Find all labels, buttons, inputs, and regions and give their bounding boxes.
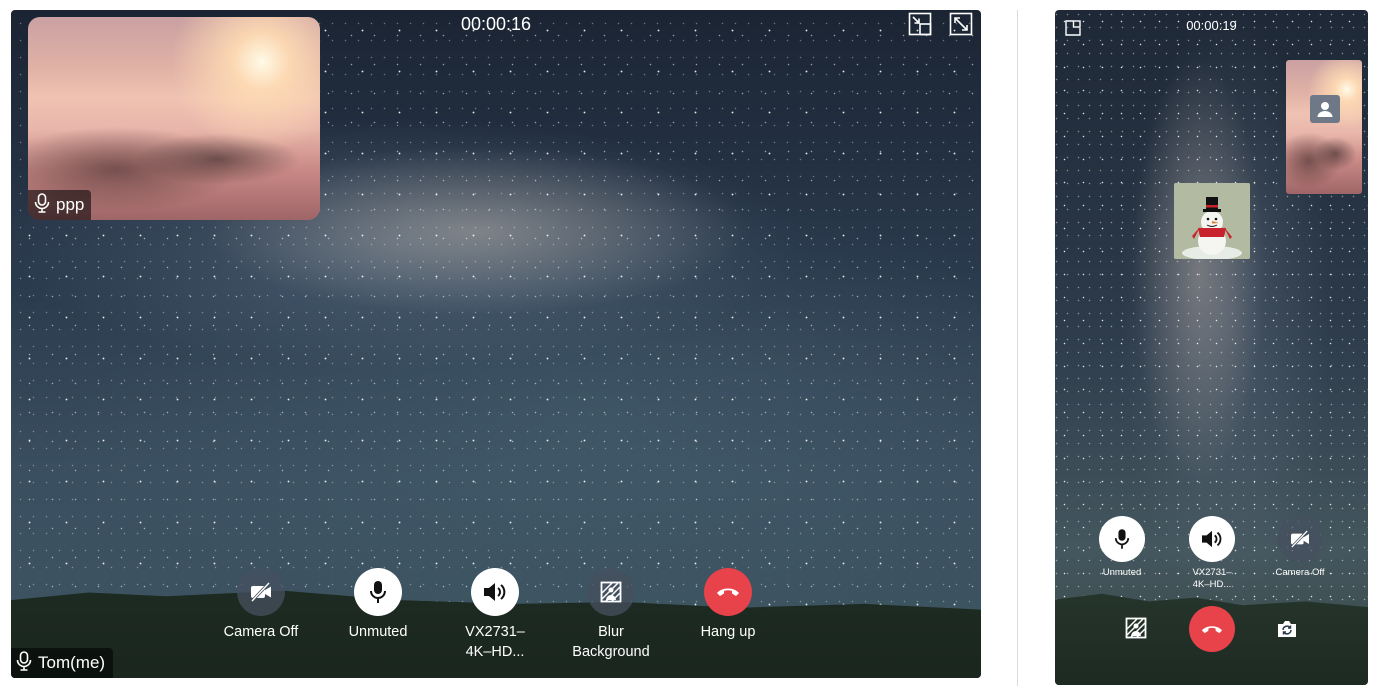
speaker-icon [1202,530,1222,548]
camera-off-control[interactable]: Camera Off [206,568,316,642]
blur-background-icon [600,581,622,603]
minimize-icon[interactable] [908,12,932,36]
blur-background-icon[interactable] [1123,615,1149,641]
speaker-icon [484,583,506,601]
mute-label: Unmuted [348,624,408,640]
camera-off-label: Camera Off [1275,567,1325,578]
desktop-call-view: 00:00:16 ppp Camera Off Unmuted VX2731– … [11,10,981,678]
speaker-control[interactable]: VX2731– 4K–HD... [440,568,550,662]
avatar [1310,95,1340,123]
panel-divider [1017,10,1018,686]
camera-off-icon [1290,530,1309,548]
mobile-call-view: 00:00:19 Unmuted VX2731– 4K–HD... Camera… [1055,10,1368,685]
camera-off-button[interactable] [1277,516,1323,562]
remote-participant-name: ppp [56,195,85,214]
call-timer: 00:00:19 [1186,18,1237,33]
camera-off-button[interactable] [237,568,285,616]
blur-background-button[interactable] [587,568,635,616]
hang-up-button[interactable] [704,568,752,616]
microphone-icon [34,192,50,218]
blur-background-label: Blur Background [572,624,650,660]
speaker-button[interactable] [471,568,519,616]
self-participant-label: Tom(me) [11,648,114,678]
self-participant-name: Tom(me) [38,653,106,672]
blur-background-control[interactable]: Blur Background [556,568,666,662]
microphone-icon [1114,529,1130,549]
mobile-speaker-control[interactable]: VX2731– 4K–HD... [1167,516,1257,591]
fullscreen-icon[interactable] [949,12,973,36]
hang-up-button[interactable] [1189,606,1235,652]
switch-camera-icon[interactable] [1274,616,1300,642]
speaker-button[interactable] [1189,516,1235,562]
remote-video-tile[interactable] [1286,60,1362,194]
mute-button[interactable] [354,568,402,616]
microphone-icon [370,581,386,603]
hang-up-label: Hang up [700,624,756,640]
hang-up-icon [717,588,739,596]
mute-control[interactable]: Unmuted [323,568,433,642]
mute-button[interactable] [1099,516,1145,562]
mobile-camera-off-control[interactable]: Camera Off [1255,516,1345,579]
speaker-label: VX2731– 4K–HD... [465,624,525,660]
hang-up-control[interactable]: Hang up [673,568,783,642]
microphone-icon [16,650,32,676]
hang-up-icon [1201,625,1223,633]
self-video-tile[interactable] [1174,183,1250,259]
remote-video-tile[interactable]: ppp [28,17,320,220]
remote-participant-label: ppp [28,190,92,220]
mobile-mute-control[interactable]: Unmuted [1077,516,1167,579]
camera-off-label: Camera Off [223,624,299,640]
mute-label: Unmuted [1102,567,1142,578]
camera-off-icon [250,582,271,602]
user-avatar-icon [1317,102,1333,117]
snowman-image [1174,183,1250,259]
speaker-label: VX2731– 4K–HD... [1192,567,1232,590]
